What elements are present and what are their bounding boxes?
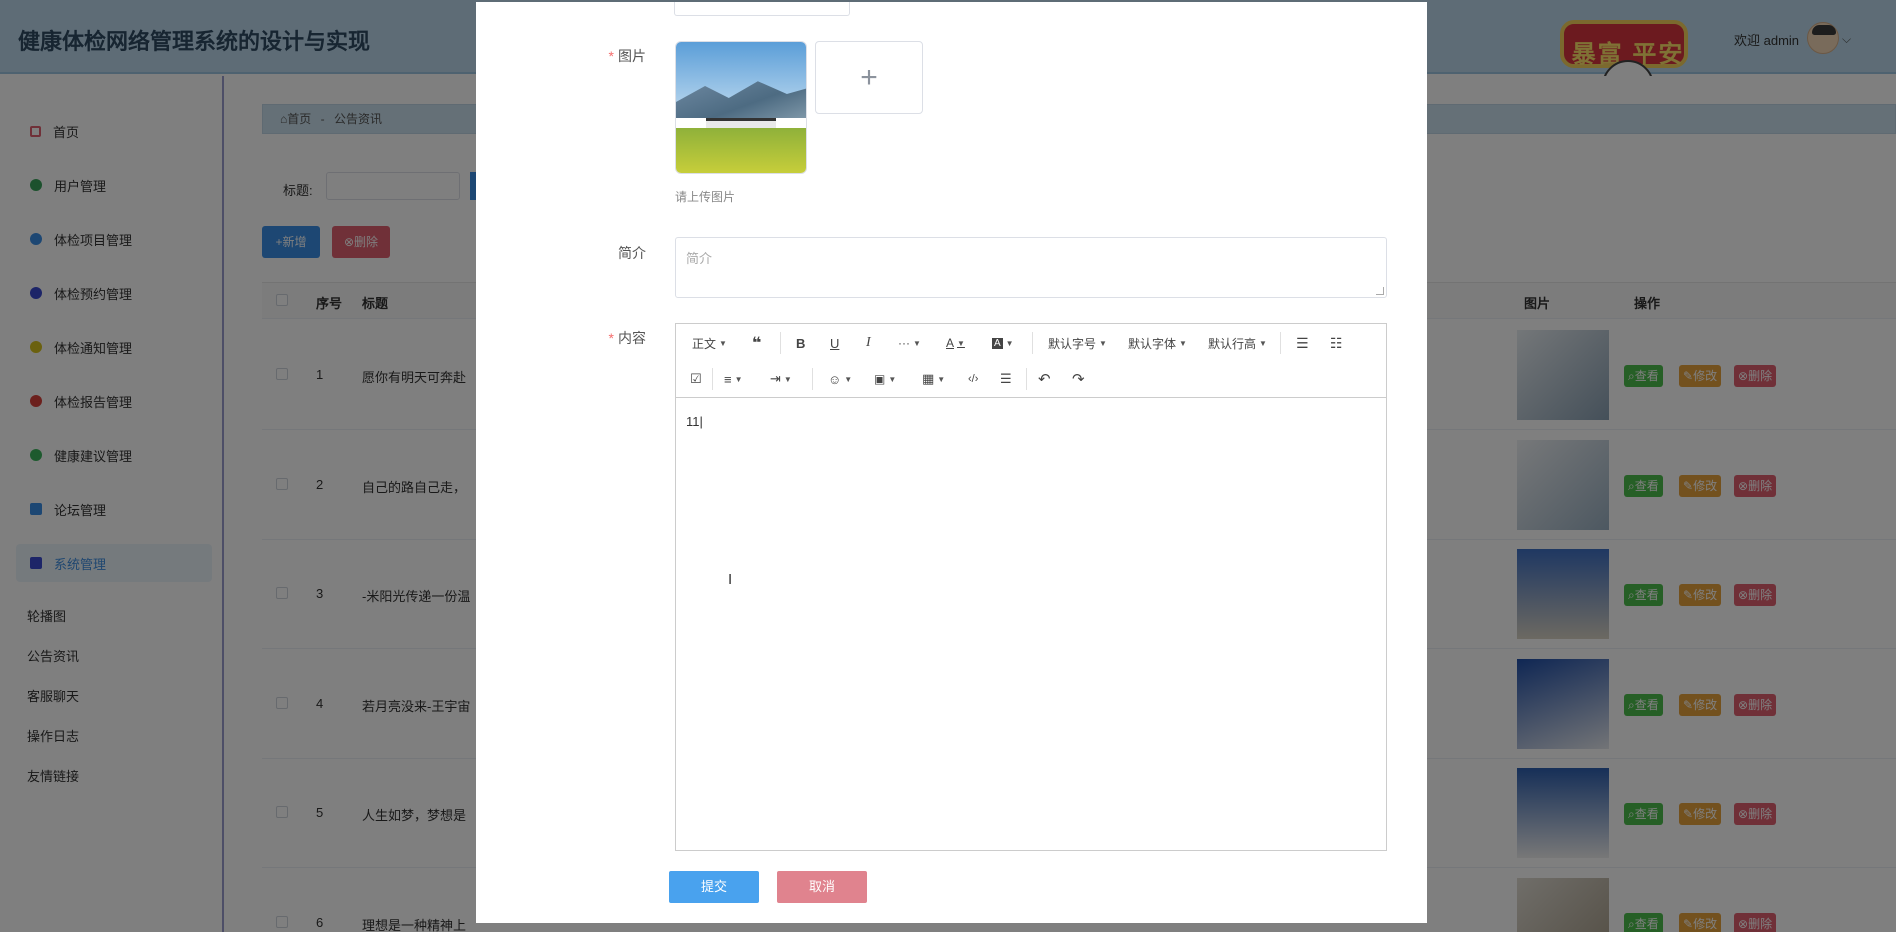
editor-content[interactable]: 11| bbox=[686, 414, 703, 429]
bulleted-list-icon[interactable]: ☰ bbox=[1296, 332, 1309, 354]
highlight-icon: A bbox=[992, 337, 1003, 349]
emoji-icon: ☺ bbox=[828, 371, 842, 387]
submit-button[interactable]: 提交 bbox=[669, 871, 759, 903]
italic-icon[interactable]: I bbox=[866, 332, 871, 354]
rich-text-editor[interactable]: 正文 ▼ ❝ B U I ··· ▼ A ▼ A ▼ 默认字号 ▼ 默认字体 ▼ 默认行高 ▼… bbox=[675, 323, 1387, 851]
cancel-button[interactable]: 取消 bbox=[777, 871, 867, 903]
align-select[interactable]: ≡ ▼ bbox=[724, 368, 743, 390]
summary-label: 简介 bbox=[618, 245, 646, 261]
toolbar-divider bbox=[780, 332, 781, 354]
todo-checkbox-icon[interactable]: ☑ bbox=[690, 368, 702, 390]
more-styles-select[interactable]: ··· ▼ bbox=[898, 332, 921, 354]
uploaded-image[interactable] bbox=[675, 41, 807, 174]
summary-textarea[interactable]: 简介 bbox=[675, 237, 1387, 298]
quote-icon[interactable]: ❝ bbox=[752, 332, 761, 354]
table-insert-select[interactable]: ▦ ▼ bbox=[922, 368, 945, 390]
font-color-select[interactable]: A ▼ bbox=[946, 332, 965, 354]
font-size-select[interactable]: 默认字号 ▼ bbox=[1048, 332, 1107, 354]
image-icon: ▣ bbox=[874, 372, 886, 386]
bold-icon[interactable]: B bbox=[796, 332, 805, 354]
indent-icon: ⇥ bbox=[770, 371, 781, 386]
image-insert-select[interactable]: ▣ ▼ bbox=[874, 368, 896, 390]
code-icon[interactable]: ‹/› bbox=[968, 368, 978, 390]
mouse-ibeam-cursor: I bbox=[728, 571, 733, 588]
paragraph-select[interactable]: 正文 ▼ bbox=[692, 332, 727, 354]
indent-select[interactable]: ⇥ ▼ bbox=[770, 368, 792, 390]
toolbar-divider bbox=[812, 368, 813, 390]
toolbar-divider bbox=[1280, 332, 1281, 354]
resize-handle[interactable] bbox=[1376, 287, 1384, 295]
editor-text: 11 bbox=[686, 414, 700, 429]
underline-icon[interactable]: U bbox=[830, 332, 839, 354]
editor-toolbar: 正文 ▼ ❝ B U I ··· ▼ A ▼ A ▼ 默认字号 ▼ 默认字体 ▼ 默认行高 ▼… bbox=[676, 324, 1386, 398]
align-left-icon: ≡ bbox=[724, 371, 732, 387]
upload-hint: 请上传图片 bbox=[675, 190, 736, 204]
edit-dialog: * 图片 + 请上传图片 简介 简介 * 内容 正文 ▼ ❝ B U I ··· ▼ A… bbox=[476, 2, 1427, 923]
title-input[interactable] bbox=[674, 2, 850, 16]
redo-icon[interactable]: ↷ bbox=[1072, 368, 1085, 390]
toolbar-divider bbox=[1026, 368, 1027, 390]
font-family-select[interactable]: 默认字体 ▼ bbox=[1128, 332, 1187, 354]
toolbar-divider bbox=[1032, 332, 1033, 354]
content-label: * 内容 bbox=[608, 330, 646, 346]
toolbar-divider bbox=[712, 368, 713, 390]
text-cursor: | bbox=[699, 414, 703, 429]
undo-icon[interactable]: ↶ bbox=[1038, 368, 1051, 390]
summary-placeholder: 简介 bbox=[686, 251, 713, 266]
upload-button[interactable]: + bbox=[815, 41, 923, 114]
line-height-select[interactable]: 默认行高 ▼ bbox=[1208, 332, 1267, 354]
image-label: * 图片 bbox=[608, 48, 646, 64]
divider-line-icon[interactable]: ☰ bbox=[1000, 368, 1012, 390]
background-color-select[interactable]: A ▼ bbox=[992, 332, 1014, 354]
emoji-select[interactable]: ☺ ▼ bbox=[828, 368, 852, 390]
image-field bbox=[676, 128, 806, 173]
plus-icon: + bbox=[860, 60, 878, 94]
table-icon: ▦ bbox=[922, 371, 935, 386]
numbered-list-icon[interactable]: ☷ bbox=[1330, 332, 1343, 354]
